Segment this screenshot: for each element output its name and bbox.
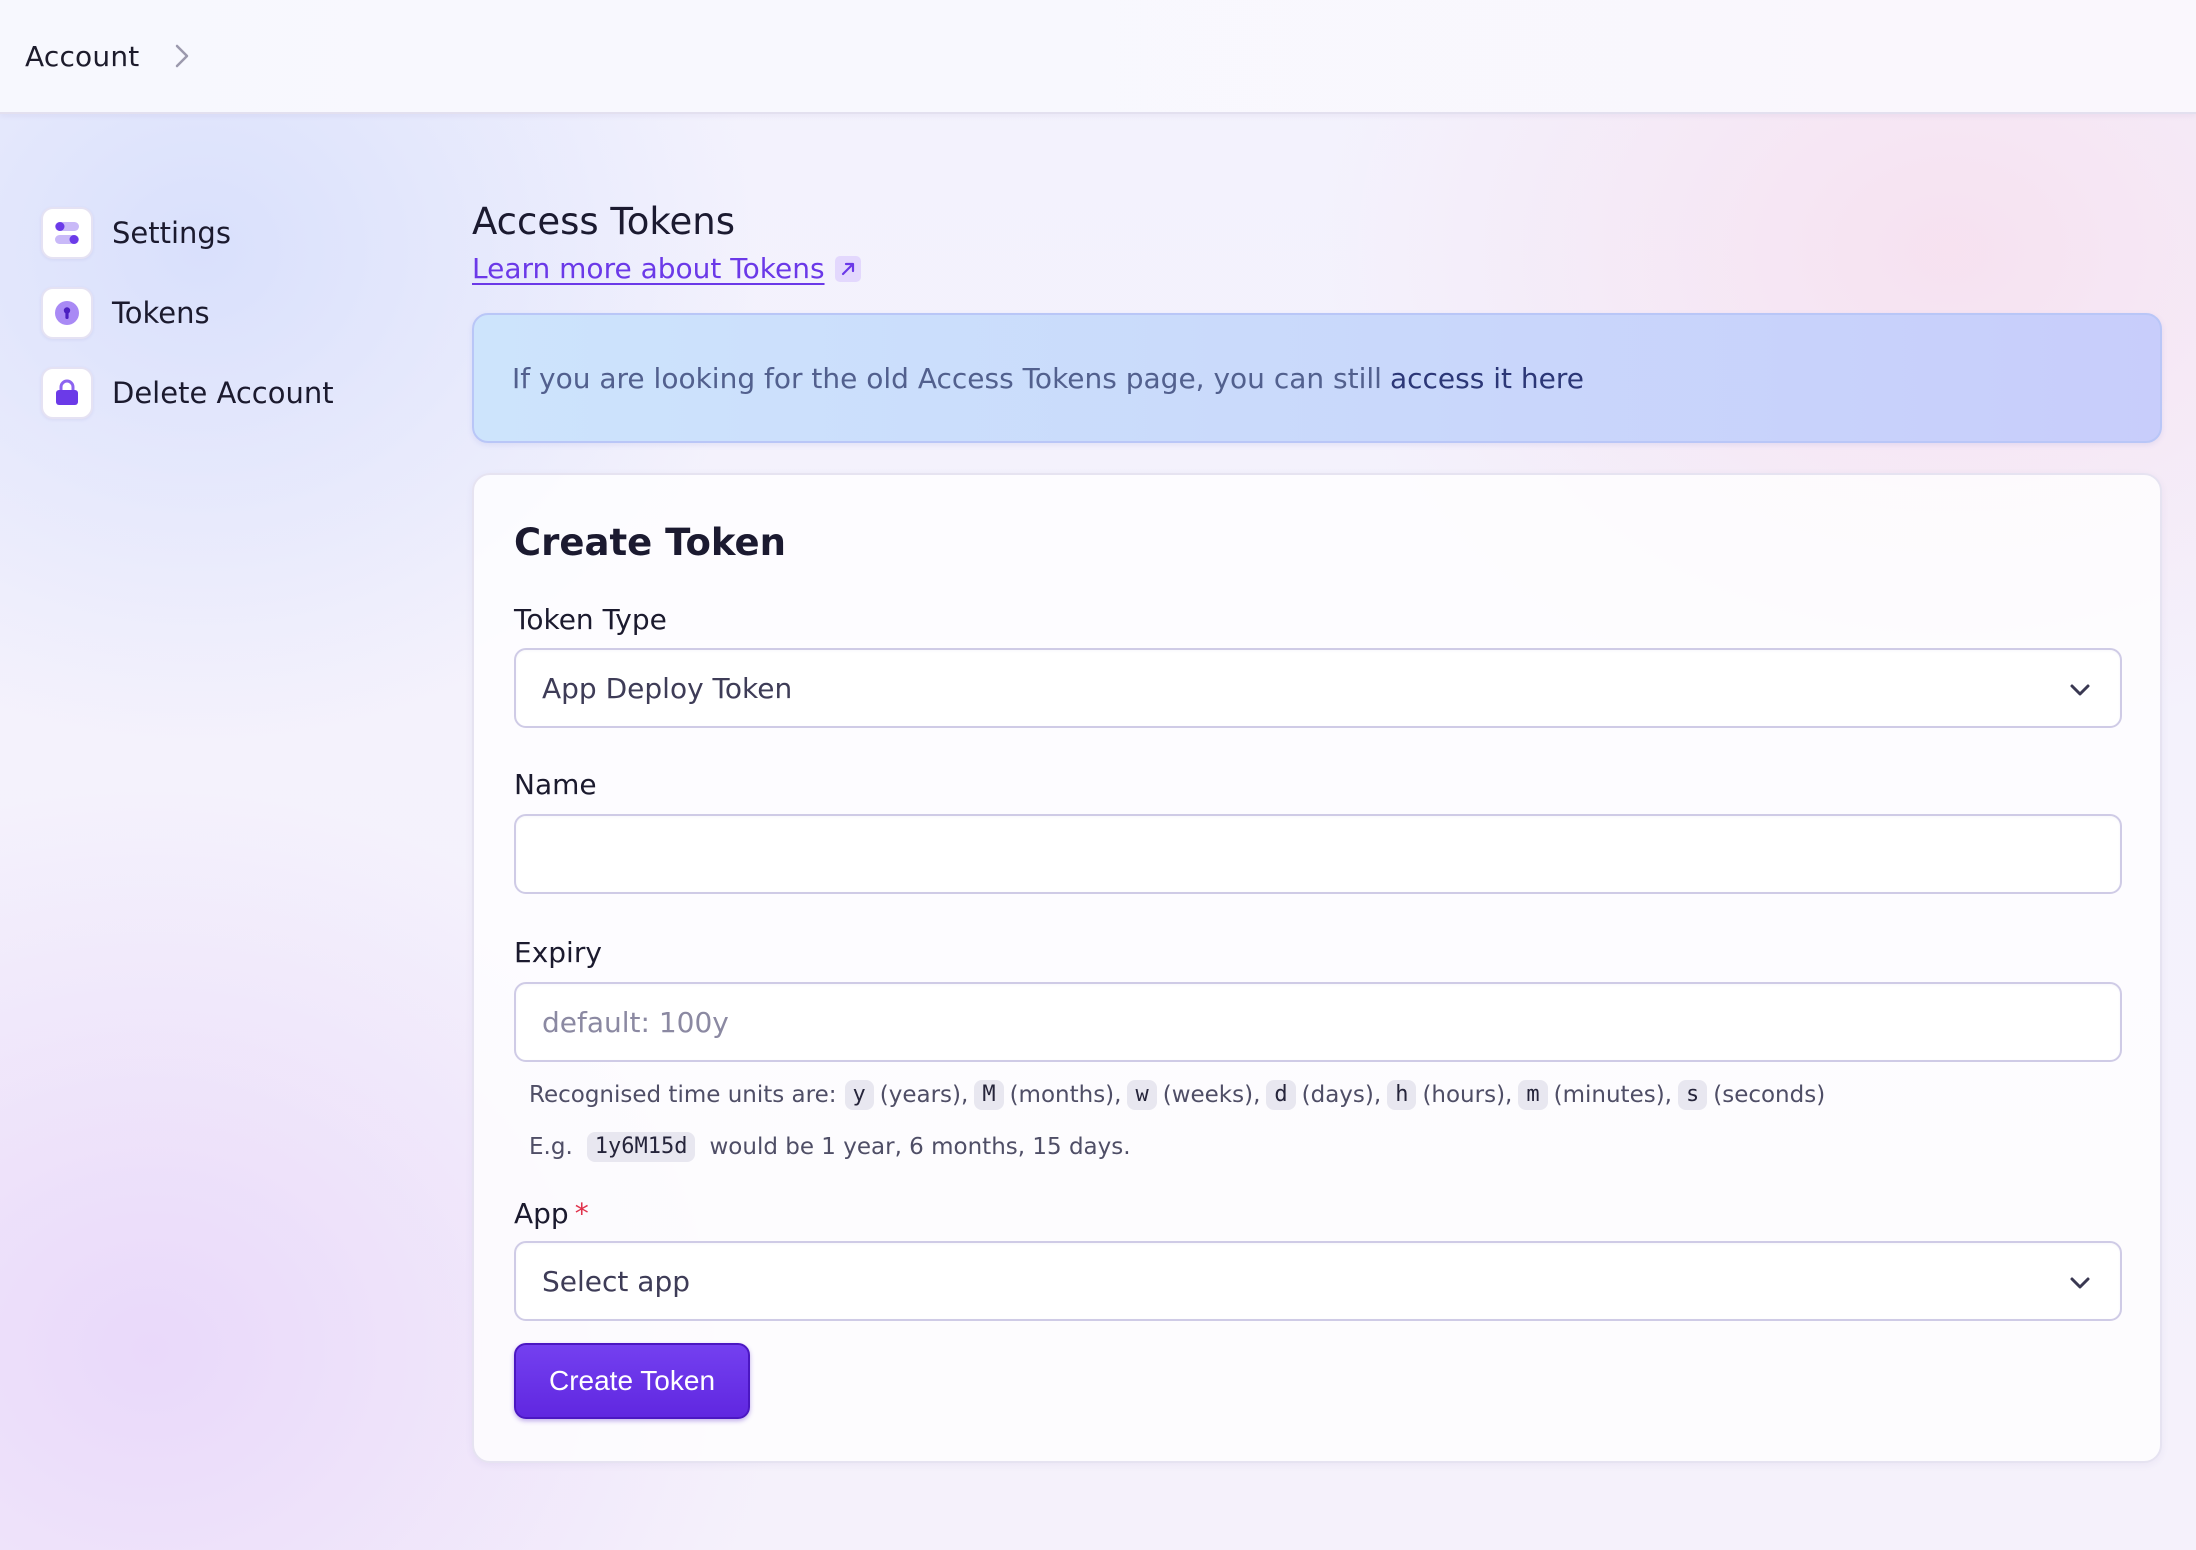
unit-desc: (weeks), (1162, 1082, 1261, 1108)
unit-code: h (1387, 1080, 1417, 1110)
app-label-text: App (514, 1197, 569, 1230)
chevron-down-icon (2066, 676, 2094, 704)
unit-code: s (1677, 1080, 1708, 1110)
app-select[interactable]: Select app (514, 1241, 2122, 1321)
expiry-units-hint: Recognised time units are: y (years), M … (529, 1078, 2120, 1112)
toggles-icon (41, 207, 93, 259)
card-title: Create Token (514, 521, 786, 564)
name-label: Name (514, 768, 597, 801)
unit-desc: (hours), (1422, 1082, 1513, 1108)
unit-desc: (seconds) (1713, 1082, 1826, 1108)
sidebar-item-delete-account[interactable]: Delete Account (41, 365, 441, 421)
learn-more-link[interactable]: Learn more about Tokens (472, 252, 861, 285)
token-type-select[interactable]: App Deploy Token (514, 648, 2122, 728)
external-link-icon (834, 255, 861, 282)
unit-code: w (1127, 1080, 1157, 1110)
create-token-button[interactable]: Create Token (514, 1343, 750, 1419)
sidebar: Settings Tokens Delete Account (41, 205, 441, 445)
expiry-placeholder: default: 100y (542, 1005, 729, 1039)
example-prefix: E.g. (529, 1134, 573, 1160)
main-content: Access Tokens Learn more about Tokens If… (472, 196, 2162, 1463)
token-type-label: Token Type (514, 603, 667, 636)
unit-desc: (days), (1301, 1082, 1382, 1108)
expiry-example-hint: E.g. 1y6M15d would be 1 year, 6 months, … (529, 1130, 2120, 1164)
info-banner: If you are looking for the old Access To… (472, 313, 2162, 443)
top-bar: Account (0, 0, 2196, 114)
app-select-placeholder: Select app (542, 1264, 690, 1298)
lock-icon (41, 367, 93, 419)
chevron-right-icon (165, 39, 199, 73)
unit-code: m (1518, 1080, 1548, 1110)
learn-more-label: Learn more about Tokens (472, 252, 825, 285)
unit-desc: (years), (879, 1082, 969, 1108)
page-title: Access Tokens (472, 200, 735, 243)
banner-text: If you are looking for the old Access To… (512, 361, 1382, 395)
unit-code: M (974, 1080, 1004, 1110)
name-input[interactable] (514, 814, 2122, 894)
unit-code: d (1266, 1080, 1296, 1110)
sidebar-item-settings[interactable]: Settings (41, 205, 441, 261)
chevron-down-icon (2066, 1269, 2094, 1297)
expiry-input[interactable]: default: 100y (514, 982, 2122, 1062)
sidebar-item-label: Delete Account (112, 376, 334, 410)
app-label: App * (514, 1195, 2120, 1233)
example-suffix: would be 1 year, 6 months, 15 days. (709, 1134, 1131, 1160)
required-mark: * (574, 1197, 589, 1230)
sidebar-item-tokens[interactable]: Tokens (41, 285, 441, 341)
unit-code: y (844, 1080, 874, 1110)
sidebar-item-label: Tokens (112, 296, 210, 330)
breadcrumb-account[interactable]: Account (25, 40, 139, 73)
expiry-label: Expiry (514, 936, 602, 969)
example-code: 1y6M15d (586, 1132, 696, 1162)
hint-prefix: Recognised time units are: (529, 1082, 837, 1108)
old-tokens-link[interactable]: access it here (1390, 362, 1584, 395)
sidebar-item-label: Settings (112, 216, 231, 250)
create-token-card: Create Token Token Type App Deploy Token… (472, 473, 2162, 1463)
unit-desc: (minutes), (1553, 1082, 1672, 1108)
keyhole-icon (41, 287, 93, 339)
unit-desc: (months), (1009, 1082, 1122, 1108)
token-type-value: App Deploy Token (542, 671, 793, 705)
